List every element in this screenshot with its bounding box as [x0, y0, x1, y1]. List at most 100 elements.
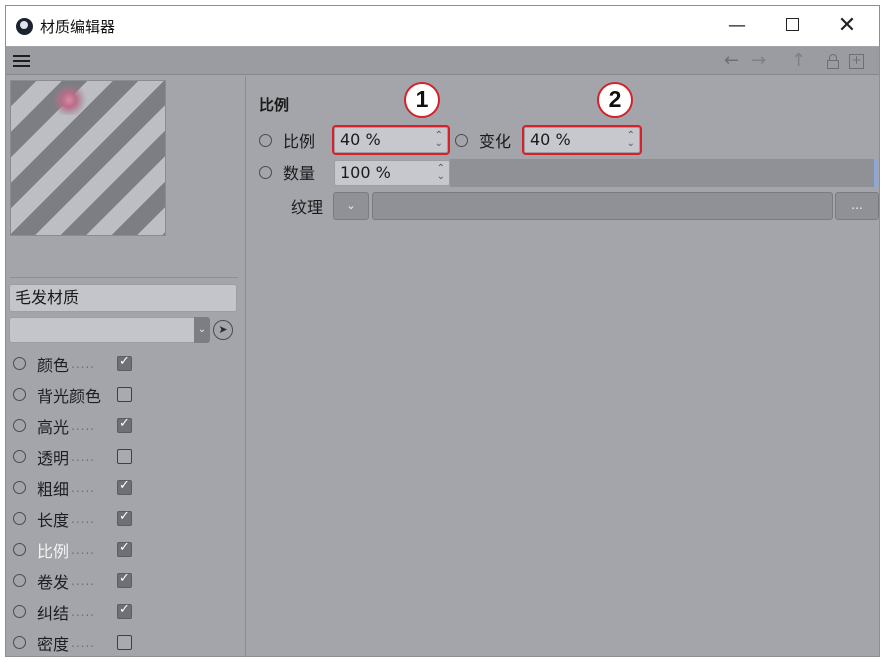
channel-list: 颜色.....背光颜色高光.....透明.....粗细.....长度.....比… [6, 348, 246, 656]
channel-dots: ..... [71, 480, 96, 495]
channel-checkbox[interactable] [117, 449, 132, 464]
amount-value: 100 % [340, 163, 391, 182]
channel-item[interactable]: 透明..... [6, 441, 246, 472]
channel-checkbox[interactable] [117, 354, 132, 371]
channel-label: 比例 [37, 541, 70, 561]
spinner-arrows-icon[interactable]: ⌃ ⌄ [627, 131, 635, 149]
scale-row: 比例 [259, 126, 315, 154]
texture-more-button[interactable]: ... [835, 192, 879, 220]
channel-dots: ..... [71, 635, 96, 650]
channel-dots: ..... [71, 418, 96, 433]
variation-anim-radio[interactable] [455, 133, 468, 147]
channel-item[interactable]: 比例..... [6, 534, 246, 565]
channel-checkbox[interactable] [117, 540, 132, 557]
variation-label: 变化 [479, 132, 512, 151]
channel-anim-radio[interactable] [13, 450, 26, 463]
material-dropdown[interactable] [9, 317, 195, 343]
scale-anim-radio[interactable] [259, 133, 272, 147]
channel-checkbox[interactable] [117, 509, 132, 526]
menu-icon[interactable] [13, 55, 30, 67]
channel-dots: ..... [71, 604, 96, 619]
channel-dots: ..... [71, 356, 96, 371]
window-title: 材质编辑器 [40, 18, 116, 36]
amount-input[interactable]: 100 % ⌃ ⌄ [334, 160, 450, 186]
title-bar: 材质编辑器 — ✕ [6, 6, 879, 46]
channel-item[interactable]: 背光颜色 [6, 379, 246, 410]
texture-label: 纹理 [291, 198, 324, 217]
texture-menu-button[interactable]: ⌄ [333, 192, 369, 220]
channel-dots: ..... [71, 542, 96, 557]
channel-item[interactable]: 纠结..... [6, 596, 246, 627]
material-name-field[interactable]: 毛发材质 [9, 284, 237, 312]
channel-item[interactable]: 高光..... [6, 410, 246, 441]
channel-checkbox[interactable] [117, 602, 132, 619]
divider [10, 277, 238, 278]
attributes-panel: 比例 比例 40 % ⌃⌄ 变化 40 % ⌃⌄ 数量 100 % ⌃⌄ [247, 76, 879, 656]
channel-checkbox[interactable] [117, 387, 132, 402]
cinema4d-app-icon [16, 18, 33, 35]
texture-slot[interactable] [372, 192, 833, 220]
amount-label: 数量 [283, 164, 316, 183]
channel-anim-radio[interactable] [13, 512, 26, 525]
channel-label: 透明 [37, 448, 70, 468]
channel-label: 背光颜色 [37, 386, 102, 406]
channel-panel: 毛发材质 ⌄ ➤ 颜色.....背光颜色高光.....透明.....粗细....… [6, 76, 246, 656]
amount-anim-radio[interactable] [259, 165, 272, 179]
lock-icon[interactable] [826, 54, 840, 70]
scale-value: 40 % [340, 130, 381, 149]
channel-label: 长度 [37, 510, 70, 530]
hair-preview-swatch [51, 85, 87, 115]
minimize-button[interactable]: — [714, 12, 760, 40]
channel-item[interactable]: 长度..... [6, 503, 246, 534]
variation-input[interactable]: 40 % ⌃ ⌄ [522, 125, 642, 155]
channel-label: 密度 [37, 634, 70, 654]
channel-anim-radio[interactable] [13, 481, 26, 494]
menu-bar: ← → ↑ + [6, 47, 879, 75]
variation-value: 40 % [530, 130, 571, 149]
maximize-icon [785, 18, 799, 31]
channel-anim-radio[interactable] [13, 357, 26, 370]
channel-anim-radio[interactable] [13, 543, 26, 556]
forward-arrow-icon[interactable]: → [751, 51, 766, 71]
back-arrow-icon[interactable]: ← [724, 51, 739, 71]
maximize-button[interactable] [769, 12, 815, 40]
channel-label: 颜色 [37, 355, 70, 375]
channel-label: 纠结 [37, 603, 70, 623]
channel-label: 卷发 [37, 572, 70, 592]
amount-row: 数量 [259, 158, 315, 186]
channel-item[interactable]: 密度..... [6, 627, 246, 656]
up-arrow-icon[interactable]: ↑ [791, 51, 806, 71]
channel-item[interactable]: 颜色..... [6, 348, 246, 379]
new-window-icon[interactable]: + [849, 54, 864, 69]
spinner-arrows-icon[interactable]: ⌃ ⌄ [437, 164, 445, 182]
texture-row: 纹理 [291, 192, 323, 220]
channel-anim-radio[interactable] [13, 419, 26, 432]
channel-checkbox[interactable] [117, 635, 132, 650]
scale-input[interactable]: 40 % ⌃ ⌄ [332, 125, 450, 155]
channel-anim-radio[interactable] [13, 574, 26, 587]
annotation-marker-2: 2 [597, 82, 633, 118]
section-title: 比例 [259, 96, 290, 114]
channel-anim-radio[interactable] [13, 388, 26, 401]
channel-checkbox[interactable] [117, 571, 132, 588]
close-button[interactable]: ✕ [824, 12, 870, 40]
channel-anim-radio[interactable] [13, 636, 26, 649]
channel-item[interactable]: 卷发..... [6, 565, 246, 596]
channel-item[interactable]: 粗细..... [6, 472, 246, 503]
spinner-arrows-icon[interactable]: ⌃ ⌄ [435, 131, 443, 149]
scale-label: 比例 [283, 132, 316, 151]
channel-anim-radio[interactable] [13, 605, 26, 618]
material-preview[interactable] [10, 80, 166, 236]
channel-label: 高光 [37, 417, 70, 437]
channel-label: 粗细 [37, 479, 70, 499]
channel-dots: ..... [71, 449, 96, 464]
channel-checkbox[interactable] [117, 478, 132, 495]
amount-slider[interactable] [450, 159, 877, 187]
pick-cursor-icon[interactable]: ➤ [213, 320, 233, 340]
channel-checkbox[interactable] [117, 416, 132, 433]
annotation-marker-1: 1 [404, 82, 440, 118]
amount-slider-handle[interactable] [874, 159, 877, 187]
chevron-down-icon[interactable]: ⌄ [194, 317, 210, 343]
material-editor-window: 材质编辑器 — ✕ ← → ↑ + 毛发材质 ⌄ ➤ 颜色..... 背光颜色高光… [5, 5, 880, 657]
variation-row: 变化 [455, 126, 511, 154]
